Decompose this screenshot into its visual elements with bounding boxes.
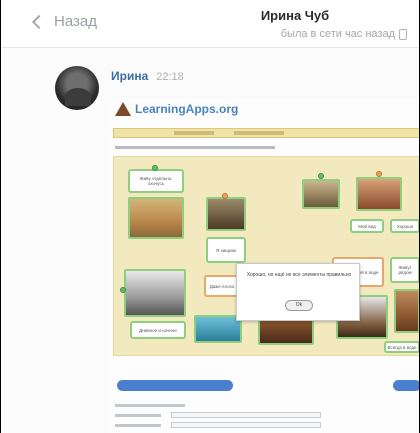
blue-action-button[interactable] [117,380,233,391]
answer-card[interactable]: Я хищник [206,237,246,263]
animal-photo[interactable] [302,179,340,209]
matching-board: Живу отдельно, охочусь Дневное и ночное … [113,156,419,356]
answer-card[interactable]: Живу отдельно, охочусь [128,169,184,193]
info-label [115,424,161,427]
answer-card[interactable]: Хорошо [390,219,419,233]
answer-card[interactable]: Мой вид [350,219,384,233]
animal-photo[interactable] [356,177,402,211]
back-label: Назад [54,13,97,30]
answer-card[interactable]: Дневное и ночное [130,321,186,339]
mobile-device-icon [399,28,407,40]
message-time: 22:18 [156,71,184,83]
pin-icon [376,171,382,177]
chat-screen: Назад Ирина Чуб была в сети час назад Ир… [0,0,420,433]
animal-photo[interactable] [124,269,186,317]
pin-icon [152,165,158,171]
last-seen-status: была в сети час назад [281,28,407,40]
toolbar-item [234,131,284,135]
app-toolbar [113,128,419,138]
attached-screenshot[interactable]: LearningApps.org Живу отдельно, охочусь … [109,98,419,433]
chat-header: Назад Ирина Чуб была в сети час назад [1,0,419,48]
link-field[interactable] [171,422,321,428]
site-name: LearningApps.org [135,102,239,116]
answer-card[interactable]: Живут рядом [390,257,419,283]
blue-action-button[interactable] [393,380,419,391]
pin-icon [222,193,228,199]
sender-name[interactable]: Ирина [111,69,148,83]
info-label [115,404,185,407]
animal-photo[interactable] [206,197,246,231]
info-label [115,414,161,417]
animal-photo[interactable] [128,197,184,239]
result-dialog: Хорошо, но ещё не все элементы правильно… [236,263,360,321]
pin-icon [120,287,126,293]
animal-photo[interactable] [194,315,242,343]
link-field[interactable] [171,412,321,418]
avatar[interactable] [55,66,99,110]
logo-triangle-icon [115,102,131,116]
pin-icon [318,173,324,179]
answer-card[interactable]: Даже плохо [204,275,240,297]
animal-photo[interactable] [394,289,419,333]
dialog-ok-button[interactable]: Ok [285,300,313,311]
learningapps-logo: LearningApps.org [115,102,238,116]
toolbar-item [174,131,214,135]
chevron-left-icon [31,14,47,29]
contact-name[interactable]: Ирина Чуб [235,8,355,23]
answer-card[interactable]: Всегда в воде [384,341,419,353]
message-header: Ирина 22:18 [111,69,184,83]
back-button[interactable]: Назад [31,13,97,30]
task-caption [115,146,275,149]
dialog-message: Хорошо, но ещё не все элементы правильно [246,272,352,278]
last-seen-text: была в сети час назад [280,28,395,40]
